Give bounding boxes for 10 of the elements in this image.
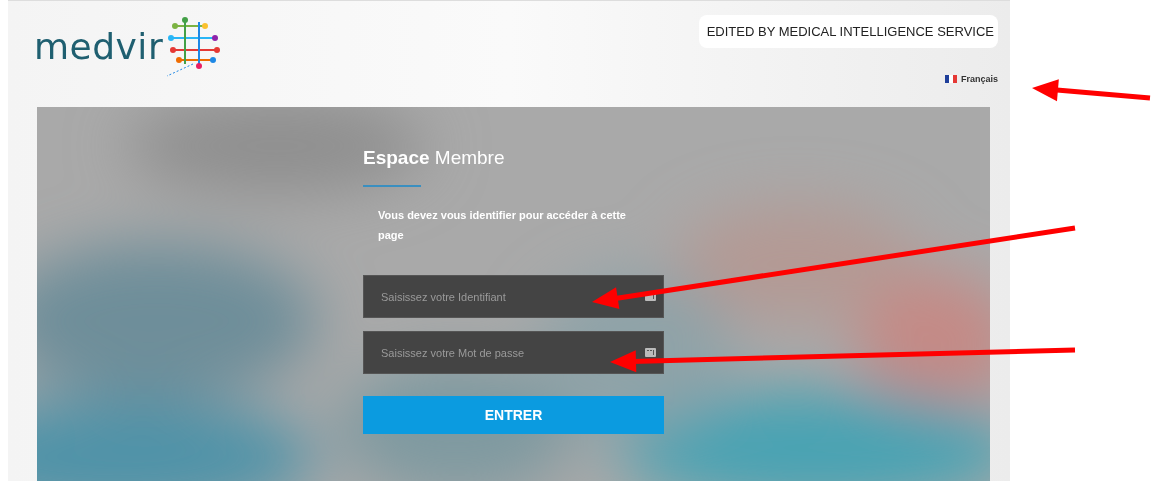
input-field[interactable]: Saisissez votre Identifiant xyxy=(363,275,664,318)
editor-badge: EDITED BY MEDICAL INTELLIGENCE SERVICE xyxy=(698,15,998,48)
flag-icon xyxy=(944,75,957,83)
login-message: Vous devez vous identifier pour accéder à cette page xyxy=(378,208,627,243)
form-title: Espace Membre xyxy=(363,147,506,169)
input-field[interactable]: Saisissez votre Mot de passe xyxy=(363,331,664,374)
keyboard-icon xyxy=(645,348,656,357)
language-link[interactable]: Français xyxy=(944,74,998,84)
keyboard-icon xyxy=(645,292,656,301)
logo-text: medvir xyxy=(34,25,164,67)
